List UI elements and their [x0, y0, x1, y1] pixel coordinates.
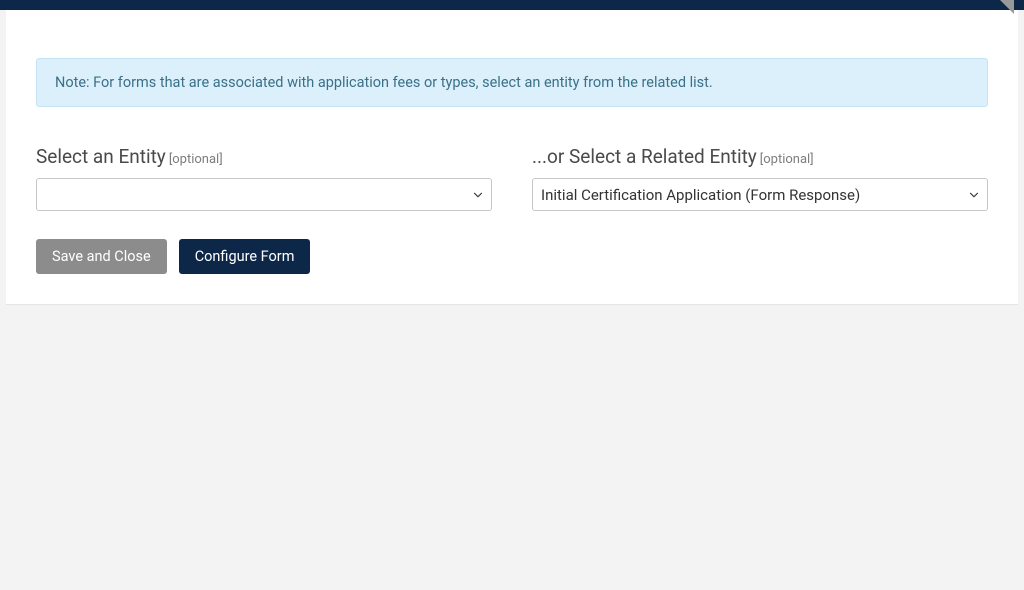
related-entity-select[interactable]: Initial Certification Application (Form … — [532, 178, 988, 211]
top-bar — [0, 0, 1024, 10]
entity-label: Select an Entity — [36, 145, 166, 168]
related-entity-column: ...or Select a Related Entity[optional] … — [532, 145, 988, 211]
form-row: Select an Entity[optional] ...or Select … — [36, 145, 988, 211]
spacer — [36, 10, 988, 58]
entity-label-wrap: Select an Entity[optional] — [36, 145, 492, 178]
related-entity-optional-tag: [optional] — [760, 152, 814, 167]
save-and-close-button[interactable]: Save and Close — [36, 239, 167, 274]
configure-form-button[interactable]: Configure Form — [179, 239, 311, 274]
button-row: Save and Close Configure Form — [36, 239, 988, 274]
corner-decoration — [1000, 0, 1014, 14]
related-entity-label: ...or Select a Related Entity — [532, 145, 757, 168]
info-note-box: Note: For forms that are associated with… — [36, 58, 988, 107]
info-note-text: Note: For forms that are associated with… — [55, 74, 969, 91]
entity-optional-tag: [optional] — [169, 152, 223, 167]
related-entity-label-wrap: ...or Select a Related Entity[optional] — [532, 145, 988, 178]
content-panel: Note: For forms that are associated with… — [6, 10, 1018, 305]
entity-select[interactable] — [36, 178, 492, 211]
entity-column: Select an Entity[optional] — [36, 145, 492, 211]
